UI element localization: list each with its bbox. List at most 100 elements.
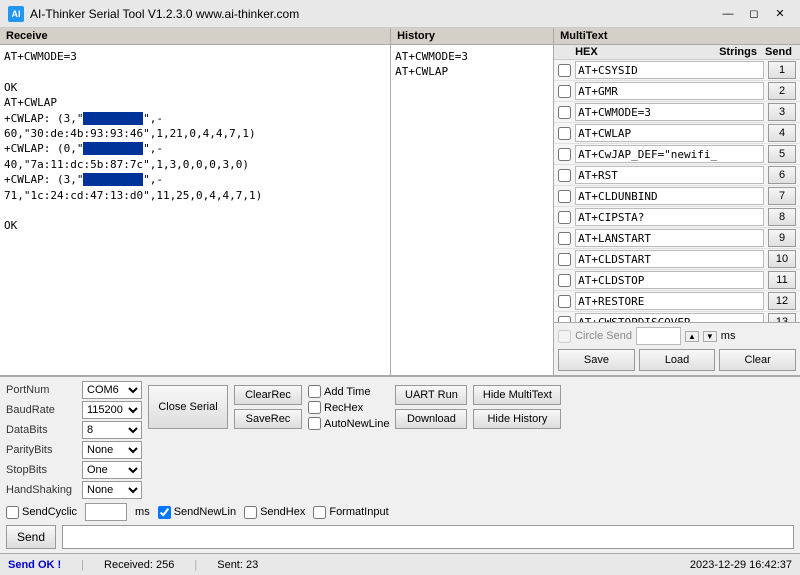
hide-buttons: Hide MultiText Hide History <box>473 385 561 429</box>
mt-send-button[interactable]: 9 <box>768 229 796 247</box>
status-bar: Send OK ! | Received: 256 | Sent: 23 202… <box>0 553 800 575</box>
param-select-portnum[interactable]: COM6 <box>82 381 142 399</box>
param-select-handshaking[interactable]: None <box>82 481 142 499</box>
save-rec-button[interactable]: SaveRec <box>234 409 302 429</box>
format-input-checkbox[interactable] <box>313 506 326 519</box>
history-content: AT+CWMODE=3AT+CWLAP <box>391 45 553 375</box>
mt-row-checkbox[interactable] <box>558 274 571 287</box>
send-newline-checkbox[interactable] <box>158 506 171 519</box>
close-button[interactable]: ✕ <box>768 4 792 24</box>
mt-row: 6 <box>554 165 800 186</box>
receive-content[interactable]: AT+CWMODE=3 OKAT+CWLAP+CWLAP: (3," ",-60… <box>0 45 390 375</box>
mt-row: 3 <box>554 102 800 123</box>
add-time-checkbox[interactable] <box>308 385 321 398</box>
mt-row: 9 <box>554 228 800 249</box>
mt-row-checkbox[interactable] <box>558 253 571 266</box>
history-label: History <box>391 28 553 45</box>
mt-row-checkbox[interactable] <box>558 106 571 119</box>
mt-send-button[interactable]: 12 <box>768 292 796 310</box>
mt-row-checkbox[interactable] <box>558 211 571 224</box>
mt-send-button[interactable]: 13 <box>768 313 796 322</box>
mt-row-input[interactable] <box>575 82 764 100</box>
mt-row: 5 <box>554 144 800 165</box>
close-serial-button[interactable]: Close Serial <box>148 385 228 429</box>
download-button[interactable]: Download <box>395 409 467 429</box>
send-cyclic-input[interactable]: 800 <box>85 503 127 521</box>
param-select-databits[interactable]: 8 <box>82 421 142 439</box>
mt-send-button[interactable]: 4 <box>768 124 796 142</box>
col-strings-header: Strings <box>719 46 757 58</box>
mt-row-input[interactable] <box>575 187 764 205</box>
mt-row-checkbox[interactable] <box>558 148 571 161</box>
send-button[interactable]: Send <box>6 525 56 549</box>
send-hex-checkbox[interactable] <box>244 506 257 519</box>
mt-row: 1 <box>554 60 800 81</box>
mt-send-button[interactable]: 10 <box>768 250 796 268</box>
ms-spinup-icon[interactable]: ▲ <box>685 331 699 342</box>
title-bar-text: AI-Thinker Serial Tool V1.2.3.0 www.ai-t… <box>30 7 716 21</box>
mt-row-input[interactable] <box>575 208 764 226</box>
save-button[interactable]: Save <box>558 349 635 371</box>
mt-row-checkbox[interactable] <box>558 85 571 98</box>
mt-row-checkbox[interactable] <box>558 190 571 203</box>
mt-row: 11 <box>554 270 800 291</box>
mt-row-input[interactable] <box>575 292 764 310</box>
ms-spindown-icon[interactable]: ▼ <box>703 331 717 342</box>
mt-send-button[interactable]: 1 <box>768 61 796 79</box>
mt-row-input[interactable] <box>575 250 764 268</box>
send-input[interactable]: AT+CWLAP <box>62 525 794 549</box>
mt-row-input[interactable] <box>575 61 764 79</box>
mt-row: 2 <box>554 81 800 102</box>
uart-run-button[interactable]: UART Run <box>395 385 467 405</box>
hide-history-button[interactable]: Hide History <box>473 409 561 429</box>
circle-send-input[interactable]: 500 <box>636 327 681 345</box>
mt-send-button[interactable]: 2 <box>768 82 796 100</box>
mt-row-input[interactable] <box>575 166 764 184</box>
param-label: BaudRate <box>6 404 78 416</box>
format-input-row: FormatInput <box>313 506 388 519</box>
minimize-button[interactable]: — <box>716 4 740 24</box>
circle-send-checkbox[interactable] <box>558 330 571 343</box>
mt-send-button[interactable]: 8 <box>768 208 796 226</box>
param-select-baudrate[interactable]: 115200 <box>82 401 142 419</box>
checkboxes-group: Add Time RecHex AutoNewLine <box>308 385 389 430</box>
controls-row1: PortNumCOM6BaudRate115200DataBits8Parity… <box>6 381 794 499</box>
history-item[interactable]: AT+CWMODE=3 <box>395 49 549 64</box>
mt-row-input[interactable] <box>575 229 764 247</box>
ms-label: ms <box>721 330 736 342</box>
sent-value: 23 <box>246 559 258 571</box>
rec-hex-checkbox[interactable] <box>308 401 321 414</box>
mt-row-input[interactable] <box>575 103 764 121</box>
param-select-stopbits[interactable]: One <box>82 461 142 479</box>
clear-rec-button[interactable]: ClearRec <box>234 385 302 405</box>
mt-row-checkbox[interactable] <box>558 127 571 140</box>
send-cyclic-checkbox[interactable] <box>6 506 19 519</box>
mt-row-checkbox[interactable] <box>558 295 571 308</box>
rec-hex-row: RecHex <box>308 401 389 414</box>
mt-send-button[interactable]: 6 <box>768 166 796 184</box>
param-select-paritybits[interactable]: None <box>82 441 142 459</box>
mt-row-checkbox[interactable] <box>558 232 571 245</box>
mt-row: 8 <box>554 207 800 228</box>
hide-multitext-button[interactable]: Hide MultiText <box>473 385 561 405</box>
mt-send-button[interactable]: 5 <box>768 145 796 163</box>
mt-send-button[interactable]: 7 <box>768 187 796 205</box>
mt-row-input[interactable] <box>575 271 764 289</box>
mt-row-input[interactable] <box>575 145 764 163</box>
mt-send-button[interactable]: 3 <box>768 103 796 121</box>
history-item[interactable]: AT+CWLAP <box>395 64 549 79</box>
multitext-rows: 12345678910111213 <box>554 60 800 322</box>
load-button[interactable]: Load <box>639 349 716 371</box>
maximize-button[interactable]: ◻ <box>742 4 766 24</box>
param-row: PortNumCOM6 <box>6 381 142 399</box>
mt-send-button[interactable]: 11 <box>768 271 796 289</box>
mt-row-input[interactable] <box>575 124 764 142</box>
history-panel: History AT+CWMODE=3AT+CWLAP <box>391 28 554 375</box>
mt-row-checkbox[interactable] <box>558 64 571 77</box>
mt-row-input[interactable] <box>575 313 764 322</box>
auto-newline-checkbox[interactable] <box>308 417 321 430</box>
param-row: StopBitsOne <box>6 461 142 479</box>
param-row: DataBits8 <box>6 421 142 439</box>
clear-button[interactable]: Clear <box>719 349 796 371</box>
mt-row-checkbox[interactable] <box>558 169 571 182</box>
